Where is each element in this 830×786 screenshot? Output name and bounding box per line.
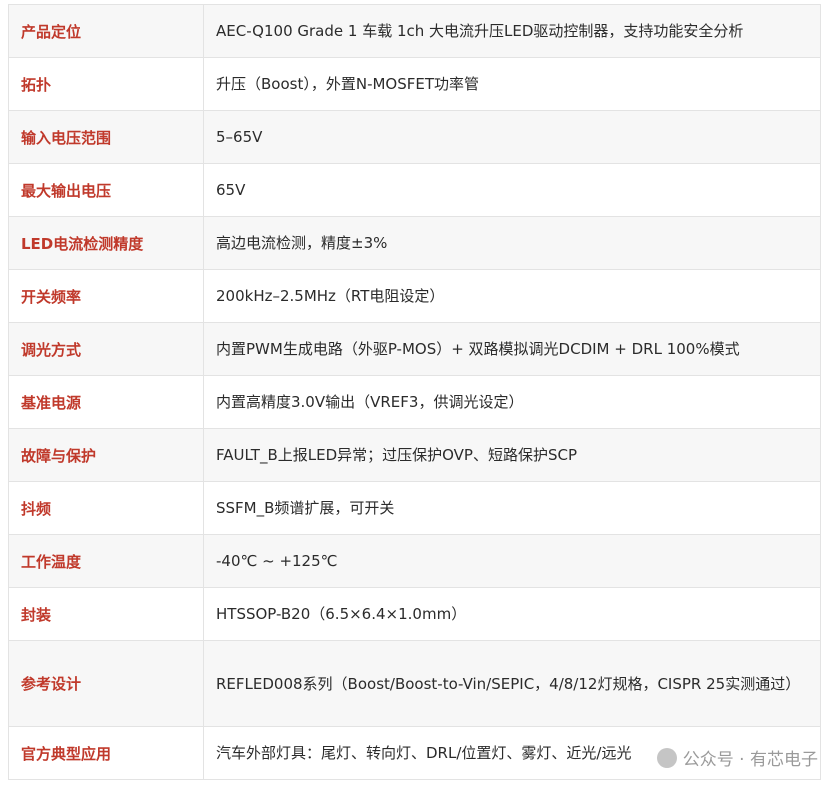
row-label: 工作温度	[8, 534, 204, 588]
row-label: 拓扑	[8, 57, 204, 111]
table-row: 工作温度 -40℃ ~ +125℃	[8, 534, 821, 588]
table-row: 开关频率 200kHz–2.5MHz（RT电阻设定）	[8, 269, 821, 323]
table-row: 最大输出电压 65V	[8, 163, 821, 217]
table-row: 故障与保护 FAULT_B上报LED异常；过压保护OVP、短路保护SCP	[8, 428, 821, 482]
table-row: 官方典型应用 汽车外部灯具：尾灯、转向灯、DRL/位置灯、雾灯、近光/远光	[8, 726, 821, 780]
row-value: SSFM_B频谱扩展，可开关	[203, 481, 821, 535]
row-value: 5–65V	[203, 110, 821, 164]
row-value: 内置PWM生成电路（外驱P-MOS）+ 双路模拟调光DCDIM + DRL 10…	[203, 322, 821, 376]
row-value: HTSSOP-B20（6.5×6.4×1.0mm）	[203, 587, 821, 641]
row-value: AEC-Q100 Grade 1 车载 1ch 大电流升压LED驱动控制器，支持…	[203, 4, 821, 58]
row-value: REFLED008系列（Boost/Boost-to-Vin/SEPIC，4/8…	[203, 640, 821, 727]
row-label: 封装	[8, 587, 204, 641]
row-value: 200kHz–2.5MHz（RT电阻设定）	[203, 269, 821, 323]
row-label: 开关频率	[8, 269, 204, 323]
row-label: 官方典型应用	[8, 726, 204, 780]
table-row: 封装 HTSSOP-B20（6.5×6.4×1.0mm）	[8, 587, 821, 641]
row-value: -40℃ ~ +125℃	[203, 534, 821, 588]
row-value: FAULT_B上报LED异常；过压保护OVP、短路保护SCP	[203, 428, 821, 482]
row-value: 汽车外部灯具：尾灯、转向灯、DRL/位置灯、雾灯、近光/远光	[203, 726, 821, 780]
table-row: 产品定位 AEC-Q100 Grade 1 车载 1ch 大电流升压LED驱动控…	[8, 4, 821, 58]
row-label: 参考设计	[8, 640, 204, 727]
table-row: LED电流检测精度 高边电流检测，精度±3%	[8, 216, 821, 270]
row-label: 调光方式	[8, 322, 204, 376]
table-row: 基准电源 内置高精度3.0V输出（VREF3，供调光设定）	[8, 375, 821, 429]
table-row: 调光方式 内置PWM生成电路（外驱P-MOS）+ 双路模拟调光DCDIM + D…	[8, 322, 821, 376]
row-label: 输入电压范围	[8, 110, 204, 164]
table-row: 输入电压范围 5–65V	[8, 110, 821, 164]
table-row: 抖频 SSFM_B频谱扩展，可开关	[8, 481, 821, 535]
row-label: 最大输出电压	[8, 163, 204, 217]
spec-table: 产品定位 AEC-Q100 Grade 1 车载 1ch 大电流升压LED驱动控…	[8, 4, 821, 780]
table-row: 参考设计 REFLED008系列（Boost/Boost-to-Vin/SEPI…	[8, 640, 821, 727]
row-value: 升压（Boost），外置N-MOSFET功率管	[203, 57, 821, 111]
row-label: 产品定位	[8, 4, 204, 58]
row-label: 基准电源	[8, 375, 204, 429]
row-label: 故障与保护	[8, 428, 204, 482]
row-label: 抖频	[8, 481, 204, 535]
row-label: LED电流检测精度	[8, 216, 204, 270]
table-row: 拓扑 升压（Boost），外置N-MOSFET功率管	[8, 57, 821, 111]
row-value: 65V	[203, 163, 821, 217]
row-value: 高边电流检测，精度±3%	[203, 216, 821, 270]
row-value: 内置高精度3.0V输出（VREF3，供调光设定）	[203, 375, 821, 429]
